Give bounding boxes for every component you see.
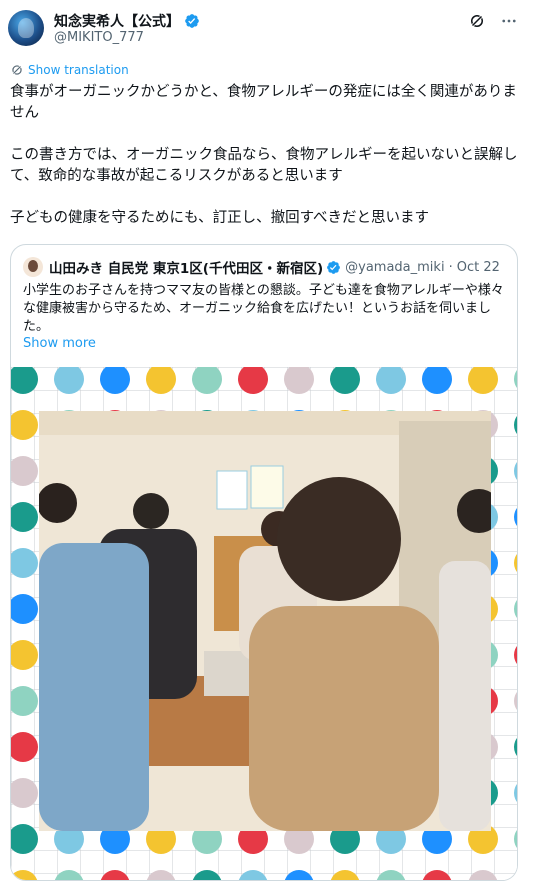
translate-icon: [12, 65, 22, 75]
meeting-scene: [39, 411, 491, 831]
author-name[interactable]: 知念実希人【公式】: [54, 11, 180, 31]
meeting-photo: [39, 411, 491, 831]
quoted-photo[interactable]: [11, 367, 517, 880]
quoted-tweet[interactable]: 山田みき 自民党 東京1区(千代田区・新宿区) @yamada_miki · O…: [10, 244, 518, 881]
show-translation-label[interactable]: Show translation: [28, 63, 129, 77]
quoted-name: 山田みき 自民党 東京1区(千代田区・新宿区): [49, 261, 324, 277]
tweet-paragraph: この書き方では、オーガニック食品なら、食物アレルギーを起いないと誤解して、致命的…: [10, 147, 518, 184]
grok-icon[interactable]: [468, 12, 486, 30]
show-translation-link[interactable]: Show translation: [10, 63, 129, 77]
quoted-avatar: [23, 257, 43, 277]
quoted-text: 小学生のお子さんを持つママ友の皆様との懇談。子ども達を食物アレルギーや様々な健康…: [23, 283, 504, 334]
quoted-handle: @yamada_miki: [345, 259, 445, 275]
quoted-date: Oct 22: [456, 259, 500, 275]
quoted-separator: ·: [448, 259, 453, 275]
author-avatar[interactable]: [8, 10, 44, 46]
tweet-paragraph: 食事がオーガニックかどうかと、食物アレルギーの発症には全く関連がありません: [10, 84, 517, 121]
tweet-header: 知念実希人【公式】 @MIKITO_777: [8, 8, 526, 48]
verified-badge-icon: [185, 14, 199, 28]
author-handle[interactable]: @MIKITO_777: [54, 30, 144, 45]
header-actions: [468, 12, 518, 30]
author-name-row[interactable]: 知念実希人【公式】: [54, 11, 200, 31]
verified-badge-icon: [327, 260, 341, 274]
more-icon[interactable]: [500, 12, 518, 30]
tweet-text: 食事がオーガニックかどうかと、食物アレルギーの発症には全く関連がありません この…: [10, 82, 524, 250]
quoted-header: 山田みき 自民党 東京1区(千代田区・新宿区) @yamada_miki · O…: [23, 257, 500, 277]
show-more-link[interactable]: Show more: [23, 336, 96, 351]
tweet-paragraph: 子どもの健康を守るためにも、訂正し、撤回すべきだと思います: [10, 210, 430, 226]
